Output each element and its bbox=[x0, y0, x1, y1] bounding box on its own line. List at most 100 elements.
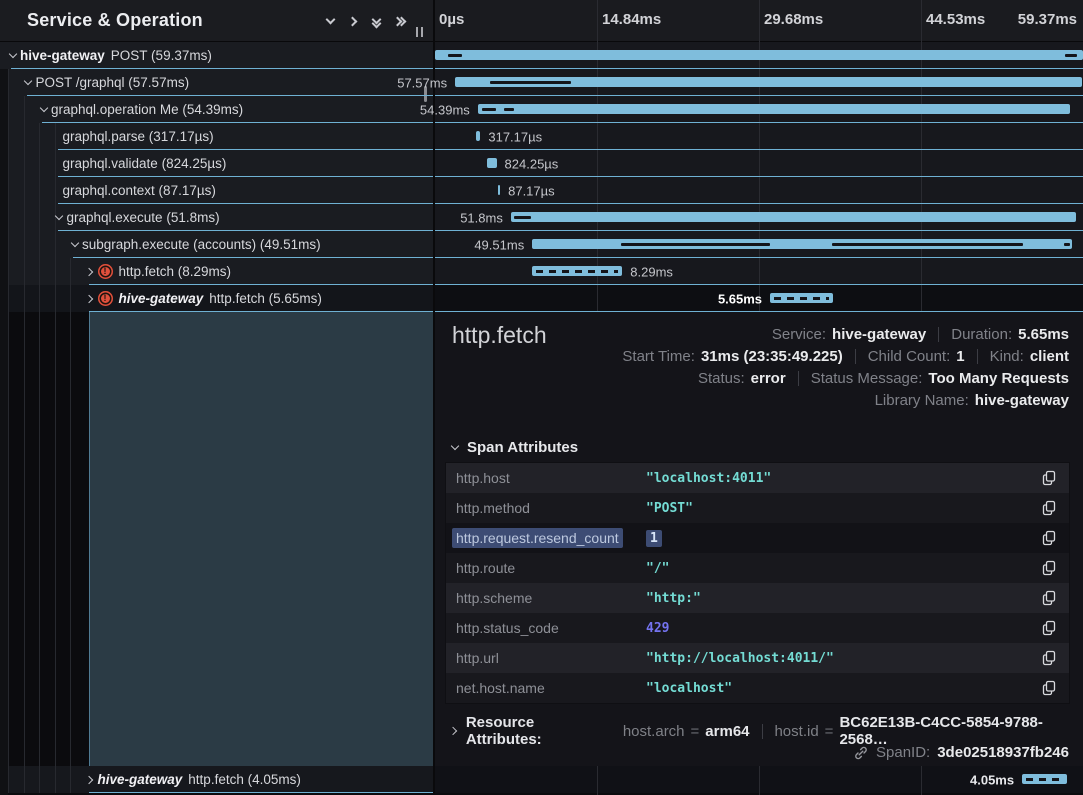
meta-separator bbox=[977, 349, 978, 364]
child-span-mark bbox=[1064, 243, 1069, 246]
tree-row[interactable]: subgraph.execute (accounts) (49.51ms) bbox=[0, 231, 433, 258]
chevron-right-icon[interactable] bbox=[83, 269, 98, 275]
span-operation-label: http.fetch (8.29ms) bbox=[119, 264, 232, 279]
span-attributes-section-header[interactable]: Span Attributes bbox=[452, 439, 578, 456]
resource-key: host.arch bbox=[623, 723, 685, 740]
row-divider bbox=[435, 230, 1083, 231]
span-detail-title: http.fetch bbox=[452, 322, 547, 349]
attribute-row[interactable]: http.route"/" bbox=[446, 553, 1069, 583]
span-duration-bar[interactable] bbox=[487, 158, 496, 168]
tree-row[interactable]: graphql.parse (317.17µs) bbox=[0, 123, 433, 150]
meta-label: Library Name: bbox=[875, 392, 969, 409]
span-tree-panel: Service & Operation hive-gatewayPOST (59… bbox=[0, 0, 433, 795]
tree-row[interactable]: graphql.context (87.17µs) bbox=[0, 177, 433, 204]
chevron-down-icon[interactable] bbox=[21, 81, 36, 84]
row-divider bbox=[89, 311, 434, 312]
meta-label: Duration: bbox=[951, 326, 1012, 343]
indent-guide-line bbox=[24, 96, 25, 793]
span-duration-bar[interactable] bbox=[455, 77, 1082, 87]
meta-line: Library Name: hive-gateway bbox=[622, 389, 1069, 411]
tree-row[interactable]: hive-gatewayhttp.fetch (4.05ms) bbox=[0, 766, 433, 793]
resource-attributes-row[interactable]: Resource Attributes: host.arch=arm64host… bbox=[452, 714, 1083, 748]
attribute-key: http.status_code bbox=[456, 620, 646, 636]
span-operation-label: POST (59.37ms) bbox=[111, 48, 212, 63]
row-divider bbox=[11, 68, 433, 69]
copy-icon[interactable] bbox=[1041, 560, 1057, 576]
tree-row[interactable]: !http.fetch (8.29ms) bbox=[0, 258, 433, 285]
collapse-one-icon[interactable] bbox=[326, 15, 336, 25]
attribute-row[interactable]: http.method"POST" bbox=[446, 493, 1069, 523]
copy-icon[interactable] bbox=[1041, 530, 1057, 546]
timeline-panel: 0µs14.84ms29.68ms44.53ms59.37ms 57.57ms5… bbox=[435, 0, 1083, 795]
copy-icon[interactable] bbox=[1041, 500, 1057, 516]
attribute-value: "http://localhost:4011/" bbox=[646, 651, 834, 666]
meta-label: Status Message: bbox=[811, 370, 923, 387]
span-tree-rows: hive-gateway POST (59.37ms) POST /graphql … bbox=[0, 42, 433, 312]
duration-label: 824.25µs bbox=[505, 156, 559, 171]
tree-row[interactable]: !hive-gatewayhttp.fetch (5.65ms) bbox=[0, 285, 433, 312]
duration-label: 317.17µs bbox=[488, 129, 542, 144]
span-detail-panel: http.fetch Service:hive-gatewayDuration:… bbox=[435, 312, 1083, 766]
meta-line: Service:hive-gatewayDuration:5.65ms bbox=[622, 323, 1069, 345]
attribute-row[interactable]: net.host.name"localhost" bbox=[446, 673, 1069, 703]
span-duration-bar[interactable] bbox=[476, 131, 480, 141]
span-duration-bar[interactable] bbox=[478, 104, 1070, 114]
span-operation-label: graphql.parse (317.17µs) bbox=[63, 129, 214, 144]
tree-row[interactable]: graphql.operation Me (54.39ms) bbox=[0, 96, 433, 123]
attribute-row[interactable]: http.scheme"http:" bbox=[446, 583, 1069, 613]
resource-key: host.id bbox=[774, 723, 818, 740]
row-divider bbox=[73, 257, 433, 258]
meta-label: Child Count: bbox=[868, 348, 951, 365]
row-divider bbox=[58, 230, 434, 231]
meta-label: Service: bbox=[772, 326, 826, 343]
copy-icon[interactable] bbox=[1041, 680, 1057, 696]
meta-value: hive-gateway bbox=[975, 392, 1069, 409]
copy-icon[interactable] bbox=[1041, 470, 1057, 486]
span-id-label: SpanID: bbox=[876, 744, 930, 761]
meta-label: Status: bbox=[698, 370, 745, 387]
expand-all-icon[interactable] bbox=[397, 18, 405, 25]
span-duration-bar[interactable] bbox=[532, 266, 622, 276]
attribute-row[interactable]: http.host"localhost:4011" bbox=[446, 463, 1069, 493]
time-tick-label: 0µs bbox=[439, 11, 464, 28]
chevron-down-icon[interactable] bbox=[5, 54, 20, 57]
span-duration-bar[interactable] bbox=[1022, 774, 1067, 784]
span-duration-bar[interactable] bbox=[532, 239, 1072, 249]
chevron-down-icon[interactable] bbox=[67, 243, 82, 246]
attribute-value: "localhost" bbox=[646, 681, 732, 696]
child-span-mark bbox=[514, 216, 531, 219]
chevron-right-icon[interactable] bbox=[83, 777, 98, 783]
copy-icon[interactable] bbox=[1041, 620, 1057, 636]
indent-guide-line bbox=[55, 123, 56, 793]
attribute-row[interactable]: http.status_code429 bbox=[446, 613, 1069, 643]
tree-row[interactable]: hive-gateway POST (59.37ms) bbox=[0, 42, 433, 69]
meta-separator bbox=[798, 371, 799, 386]
span-duration-bar[interactable] bbox=[435, 50, 1083, 60]
span-duration-bar[interactable] bbox=[770, 293, 833, 303]
expand-one-icon[interactable] bbox=[348, 16, 358, 26]
attribute-row[interactable]: http.url"http://localhost:4011/" bbox=[446, 643, 1069, 673]
child-span-mark bbox=[482, 108, 496, 111]
copy-icon[interactable] bbox=[1041, 650, 1057, 666]
equals-sign: = bbox=[691, 723, 700, 740]
service-name: hive-gateway bbox=[20, 48, 105, 63]
tree-row[interactable]: POST /graphql (57.57ms) bbox=[0, 69, 433, 96]
panel-resize-handle[interactable] bbox=[416, 27, 423, 37]
duration-label: 87.17µs bbox=[508, 183, 555, 198]
chevron-right-icon[interactable] bbox=[83, 296, 98, 302]
tree-row[interactable]: graphql.validate (824.25µs) bbox=[0, 150, 433, 177]
meta-label: Start Time: bbox=[622, 348, 695, 365]
error-icon: ! bbox=[98, 291, 113, 306]
collapse-all-icon[interactable] bbox=[373, 16, 380, 27]
tree-row[interactable]: graphql.execute (51.8ms) bbox=[0, 204, 433, 231]
time-tick-label: 29.68ms bbox=[764, 11, 823, 28]
meta-value: error bbox=[751, 370, 786, 387]
chevron-down-icon[interactable] bbox=[52, 216, 67, 219]
attribute-row[interactable]: http.request.resend_count1 bbox=[446, 523, 1069, 553]
span-duration-bar[interactable] bbox=[511, 212, 1076, 222]
span-duration-bar[interactable] bbox=[498, 185, 500, 195]
copy-icon[interactable] bbox=[1041, 590, 1057, 606]
meta-line: Start Time:31ms (23:35:49.225)Child Coun… bbox=[622, 345, 1069, 367]
chevron-down-icon[interactable] bbox=[36, 108, 51, 111]
link-icon[interactable] bbox=[853, 745, 869, 761]
